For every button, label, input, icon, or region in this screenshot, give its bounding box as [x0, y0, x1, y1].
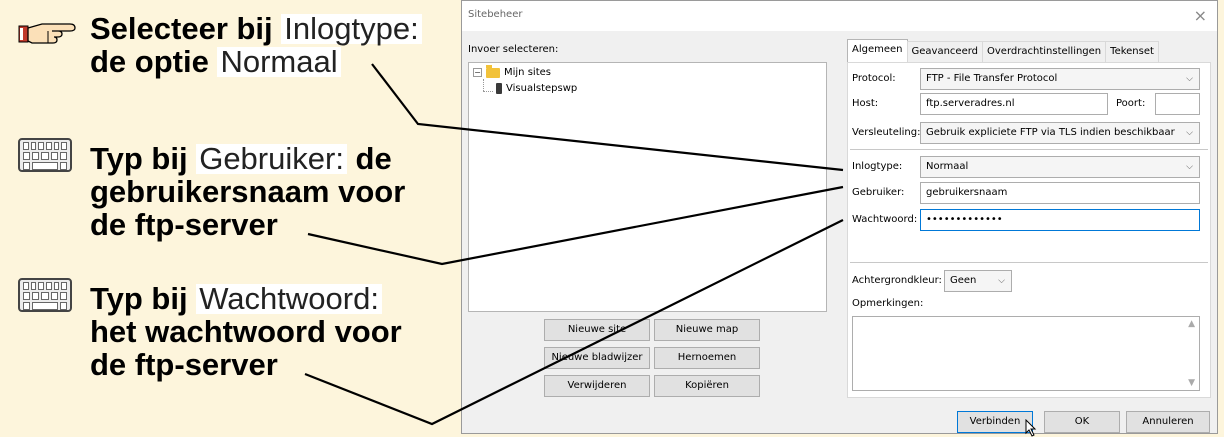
chevron-down-icon: ⌵ [1186, 162, 1193, 172]
keyboard-icon [18, 278, 72, 312]
chevron-down-icon: ⌵ [1186, 128, 1193, 138]
connect-button[interactable]: Verbinden [957, 411, 1033, 433]
site-tree[interactable]: − Mijn sites Visualstepswp [468, 62, 827, 312]
comments-label: Opmerkingen: [852, 298, 924, 309]
tab-advanced[interactable]: Geavanceerd [906, 41, 984, 62]
site-manager-dialog: Sitebeheer × Invoer selecteren: − Mijn s… [461, 0, 1218, 437]
bgcolor-select[interactable]: Geen ⌵ [944, 270, 1012, 292]
rename-button[interactable]: Hernoemen [654, 347, 760, 369]
new-site-button[interactable]: Nieuwe site [544, 319, 650, 341]
protocol-label: Protocol: [852, 73, 896, 84]
tab-charset[interactable]: Tekenset [1105, 41, 1159, 62]
mouse-pointer-icon [1025, 419, 1037, 437]
port-label: Poort: [1116, 98, 1146, 109]
scroll-up-icon[interactable]: ▲ [1188, 319, 1195, 329]
protocol-select[interactable]: FTP - File Transfer Protocol ⌵ [920, 68, 1200, 90]
bgcolor-value: Geen [950, 275, 977, 286]
ok-button[interactable]: OK [1044, 411, 1120, 433]
instruction-step-1-middle: de optie [90, 44, 218, 79]
port-input[interactable] [1155, 93, 1200, 115]
new-folder-button[interactable]: Nieuwe map [654, 319, 760, 341]
divider [850, 262, 1208, 263]
user-label: Gebruiker: [852, 187, 905, 198]
comments-textarea[interactable]: ▲ ▼ [852, 316, 1200, 391]
ui-term-inlogtype: Inlogtype: [281, 13, 422, 44]
chevron-down-icon: ⌵ [998, 276, 1005, 286]
ui-term-wachtwoord: Wachtwoord: [196, 283, 382, 314]
scroll-down-icon[interactable]: ▼ [1188, 378, 1195, 388]
tree-connector [483, 79, 484, 91]
copy-button[interactable]: Kopiëren [654, 375, 760, 397]
tree-item-site[interactable]: Visualstepswp [496, 83, 577, 94]
instruction-step-1-prefix: Selecteer bij [90, 11, 282, 46]
divider [850, 149, 1208, 150]
user-input[interactable]: gebruikersnaam [920, 182, 1200, 204]
new-bookmark-button[interactable]: Nieuwe bladwijzer [544, 347, 650, 369]
settings-tabs: Algemeen Geavanceerd Overdrachtinstellin… [847, 39, 1159, 62]
tree-item-root[interactable]: − Mijn sites [473, 64, 551, 78]
dialog-title: Sitebeheer [468, 9, 523, 20]
instruction-step-3: Typ bij Wachtwoord: het wachtwoord voor … [90, 282, 430, 381]
instruction-step-3-suffix: het wachtwoord voor de ftp-server [90, 314, 402, 382]
title-bar: Sitebeheer × [462, 1, 1217, 31]
host-label: Host: [852, 98, 879, 109]
instruction-step-2: Typ bij Gebruiker: de gebruikersnaam voo… [90, 142, 430, 241]
select-entry-label: Invoer selecteren: [468, 44, 559, 55]
encryption-value: Gebruik expliciete FTP via TLS indien be… [926, 127, 1175, 138]
host-input[interactable]: ftp.serveradres.nl [920, 93, 1108, 115]
encryption-select[interactable]: Gebruik expliciete FTP via TLS indien be… [920, 122, 1200, 144]
tree-connector [483, 91, 493, 92]
ui-term-normaal: Normaal [217, 46, 341, 77]
encryption-label: Versleuteling: [852, 127, 921, 138]
protocol-value: FTP - File Transfer Protocol [926, 73, 1058, 84]
delete-button[interactable]: Verwijderen [544, 375, 650, 397]
instruction-step-1: Selecteer bij Inlogtype: de optie Normaa… [90, 12, 422, 78]
general-settings-panel: Protocol: FTP - File Transfer Protocol ⌵… [847, 62, 1211, 398]
instruction-step-3-prefix: Typ bij [90, 281, 197, 316]
password-label: Wachtwoord: [852, 214, 918, 225]
logintype-label: Inlogtype: [852, 161, 903, 172]
cancel-button[interactable]: Annuleren [1126, 411, 1210, 433]
collapse-icon[interactable]: − [473, 68, 482, 77]
logintype-value: Normaal [926, 161, 969, 172]
server-icon [496, 83, 502, 94]
logintype-select[interactable]: Normaal ⌵ [920, 156, 1200, 178]
keyboard-icon [18, 138, 72, 172]
chevron-down-icon: ⌵ [1186, 74, 1193, 84]
tree-item-root-label: Mijn sites [504, 67, 551, 78]
ui-term-gebruiker: Gebruiker: [196, 143, 347, 174]
tab-transfer-settings[interactable]: Overdrachtinstellingen [982, 41, 1107, 62]
tab-general[interactable]: Algemeen [847, 39, 908, 62]
folder-icon [486, 64, 500, 78]
password-input[interactable]: ••••••••••••• [920, 209, 1200, 231]
instruction-panel: Selecteer bij Inlogtype: de optie Normaa… [0, 0, 462, 434]
tree-item-site-label: Visualstepswp [506, 83, 578, 94]
instruction-step-2-prefix: Typ bij [90, 141, 197, 176]
pointing-hand-icon [18, 23, 76, 44]
bgcolor-label: Achtergrondkleur: [852, 275, 942, 286]
close-icon[interactable]: × [1194, 6, 1207, 25]
